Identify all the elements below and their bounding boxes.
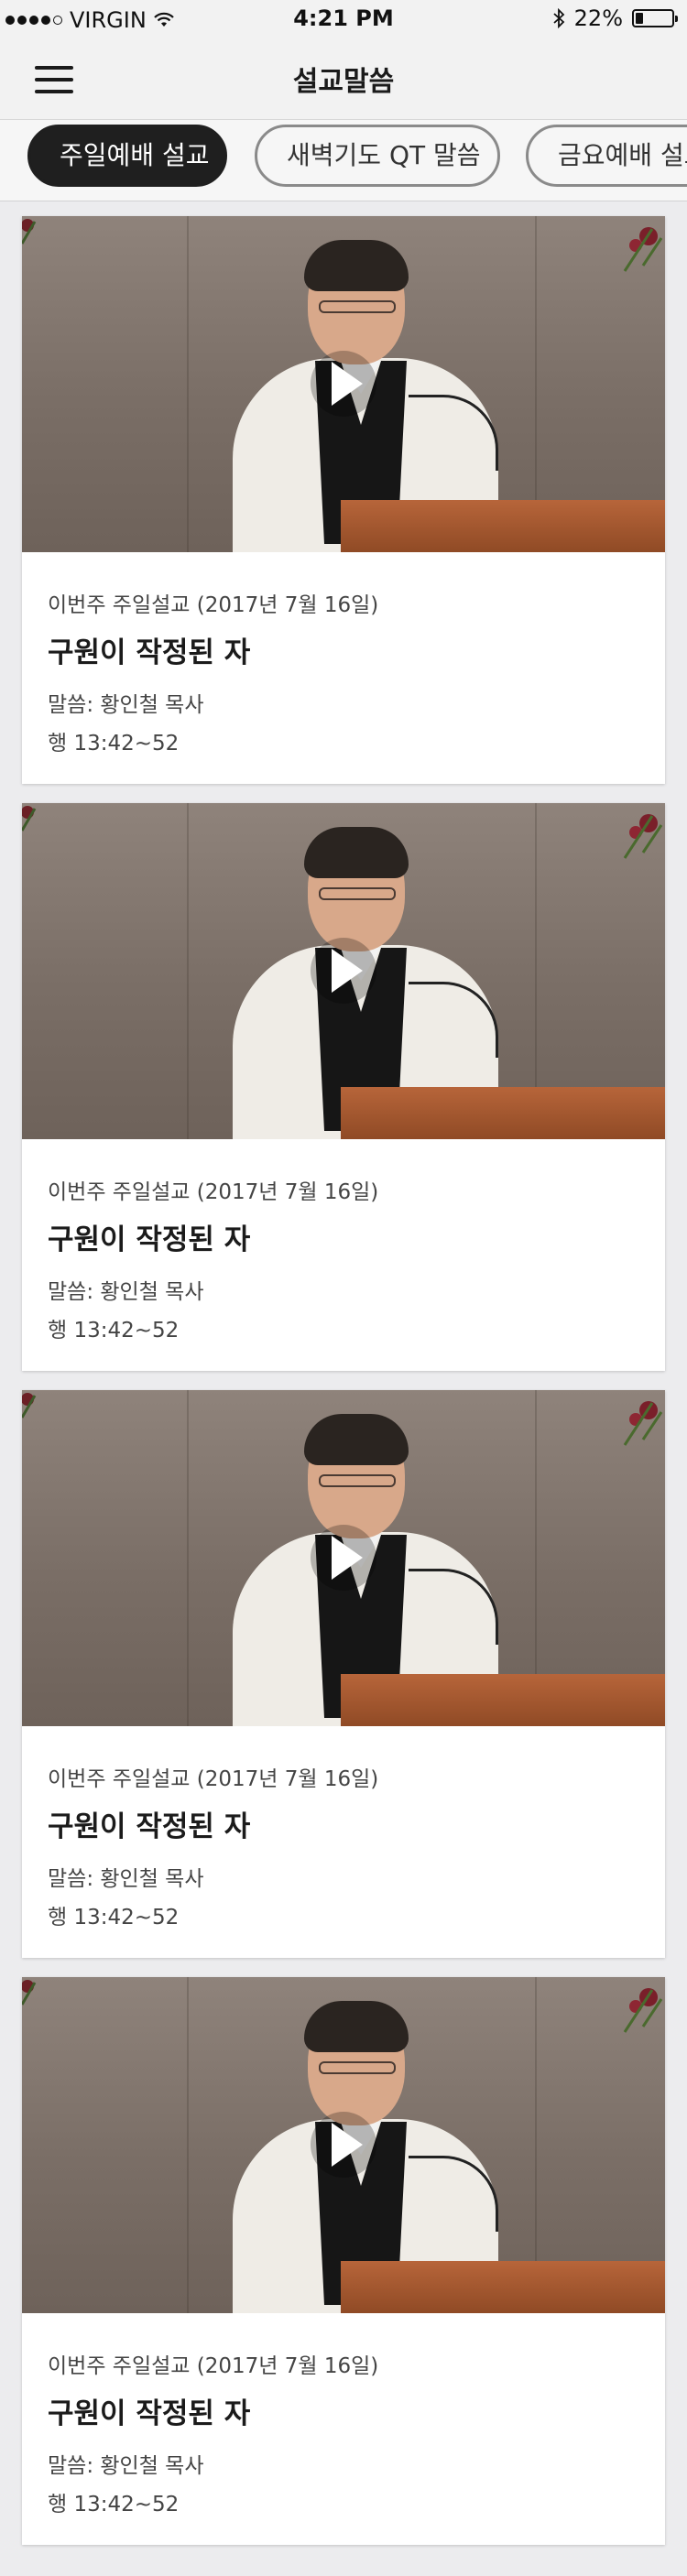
sermon-scripture: 행 13:42~52: [48, 1319, 180, 1342]
sermon-preacher: 말씀: 황인철 목사: [48, 1867, 204, 1891]
sermon-preacher: 말씀: 황인철 목사: [48, 1280, 204, 1304]
sermon-date: 이번주 주일설교 (2017년 7월 16일): [48, 1767, 379, 1791]
sermon-scripture: 행 13:42~52: [48, 732, 180, 755]
sermon-title: 구원이 작정된 자: [48, 1223, 251, 1256]
tab-sunday-sermon[interactable]: 주일예배 설교: [27, 125, 227, 187]
video-thumbnail[interactable]: [22, 803, 665, 1139]
sermon-preacher: 말씀: 황인철 목사: [48, 2454, 204, 2478]
video-thumbnail[interactable]: [22, 1390, 665, 1726]
play-icon[interactable]: [311, 351, 376, 417]
sermon-meta: 이번주 주일설교 (2017년 7월 16일) 구원이 작정된 자 말씀: 황인…: [22, 1726, 665, 1930]
video-thumbnail[interactable]: [22, 1977, 665, 2313]
flower-decoration-icon: [22, 219, 37, 245]
sermon-card[interactable]: 이번주 주일설교 (2017년 7월 16일) 구원이 작정된 자 말씀: 황인…: [22, 1390, 665, 1958]
tab-dawn-qt[interactable]: 새벽기도 QT 말씀: [255, 125, 500, 187]
sermon-title: 구원이 작정된 자: [48, 1810, 251, 1843]
sermon-card[interactable]: 이번주 주일설교 (2017년 7월 16일) 구원이 작정된 자 말씀: 황인…: [22, 803, 665, 1371]
play-icon[interactable]: [311, 2112, 376, 2178]
battery-icon: [632, 9, 678, 27]
video-thumbnail[interactable]: [22, 216, 665, 552]
sermon-scripture: 행 13:42~52: [48, 2493, 180, 2516]
flower-decoration-icon: [22, 1980, 37, 2005]
sermon-scripture: 행 13:42~52: [48, 1906, 180, 1929]
sermon-preacher: 말씀: 황인철 목사: [48, 693, 204, 717]
page-title: 설교말씀: [292, 66, 395, 98]
sermon-date: 이번주 주일설교 (2017년 7월 16일): [48, 1180, 379, 1204]
play-icon[interactable]: [311, 938, 376, 1004]
sermon-title: 구원이 작정된 자: [48, 2397, 251, 2430]
flower-decoration-icon: [623, 1988, 663, 2033]
nav-bar: 설교말씀: [0, 40, 687, 120]
status-bar: VIRGIN 4:21 PM 22%: [0, 0, 687, 40]
sermon-list: 이번주 주일설교 (2017년 7월 16일) 구원이 작정된 자 말씀: 황인…: [22, 216, 665, 2564]
sermon-meta: 이번주 주일설교 (2017년 7월 16일) 구원이 작정된 자 말씀: 황인…: [22, 1139, 665, 1343]
sermon-title: 구원이 작정된 자: [48, 636, 251, 669]
sermon-card[interactable]: 이번주 주일설교 (2017년 7월 16일) 구원이 작정된 자 말씀: 황인…: [22, 216, 665, 784]
sermon-card[interactable]: 이번주 주일설교 (2017년 7월 16일) 구원이 작정된 자 말씀: 황인…: [22, 1977, 665, 2545]
battery-level: [636, 13, 643, 24]
sermon-date: 이번주 주일설교 (2017년 7월 16일): [48, 593, 379, 617]
flower-decoration-icon: [623, 1401, 663, 1446]
battery-percent: 22%: [573, 5, 623, 31]
flower-decoration-icon: [623, 227, 663, 272]
status-right: 22%: [552, 5, 678, 31]
sermon-date: 이번주 주일설교 (2017년 7월 16일): [48, 2354, 379, 2378]
sermon-meta: 이번주 주일설교 (2017년 7월 16일) 구원이 작정된 자 말씀: 황인…: [22, 552, 665, 756]
flower-decoration-icon: [623, 814, 663, 859]
flower-decoration-icon: [22, 1393, 37, 1418]
bluetooth-icon: [553, 8, 564, 28]
play-icon[interactable]: [311, 1525, 376, 1591]
tab-friday-sermon[interactable]: 금요예배 설교: [526, 125, 687, 187]
flower-decoration-icon: [22, 806, 37, 831]
sermon-meta: 이번주 주일설교 (2017년 7월 16일) 구원이 작정된 자 말씀: 황인…: [22, 2313, 665, 2517]
category-tabs: 주일예배 설교 새벽기도 QT 말씀 금요예배 설교: [0, 120, 687, 201]
